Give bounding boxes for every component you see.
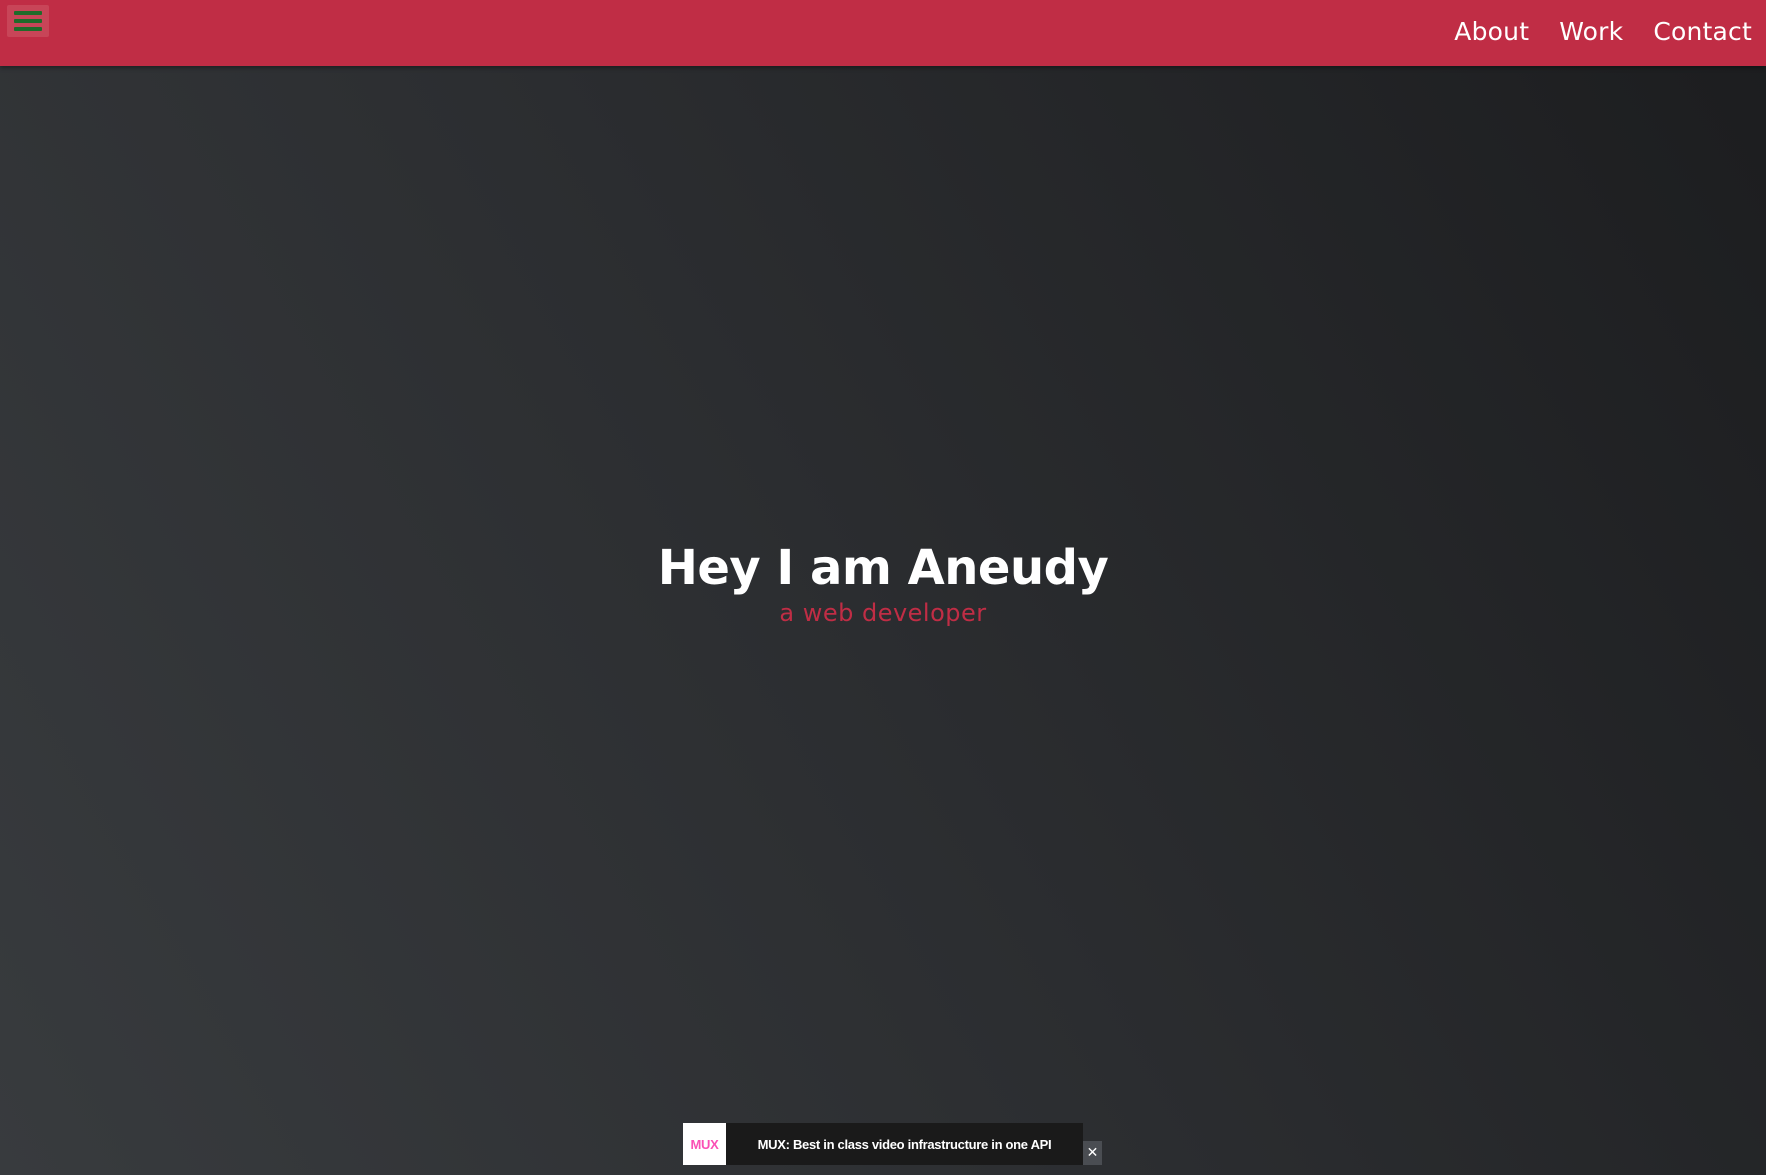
menu-line xyxy=(14,19,42,23)
hamburger-menu-icon[interactable] xyxy=(7,5,49,37)
nav-link-work[interactable]: Work xyxy=(1559,17,1623,46)
ad-banner[interactable]: MUX MUX: Best in class video infrastruct… xyxy=(683,1123,1083,1165)
ad-close-button[interactable]: ✕ xyxy=(1083,1141,1102,1165)
hero-section: Hey I am Aneudy a web developer xyxy=(0,540,1766,628)
hero-title: Hey I am Aneudy xyxy=(657,540,1109,596)
nav-link-about[interactable]: About xyxy=(1454,17,1529,46)
hero-subtitle: a web developer xyxy=(779,599,987,627)
menu-line xyxy=(14,11,42,15)
ad-text[interactable]: MUX: Best in class video infrastructure … xyxy=(726,1123,1083,1165)
menu-line xyxy=(14,27,42,31)
top-navbar: About Work Contact xyxy=(0,0,1766,66)
main-nav: About Work Contact xyxy=(1454,0,1752,63)
ad-logo: MUX xyxy=(683,1123,726,1165)
nav-link-contact[interactable]: Contact xyxy=(1653,17,1752,46)
